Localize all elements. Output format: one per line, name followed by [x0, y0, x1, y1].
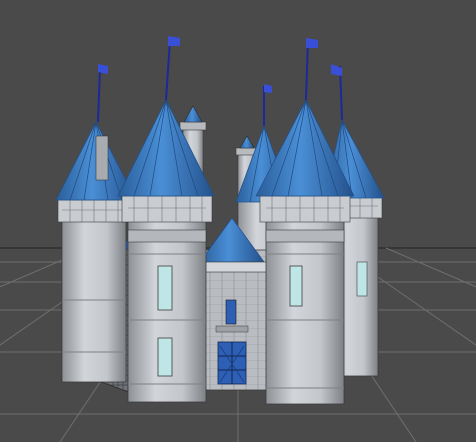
- tower-left-front: [55, 64, 137, 383]
- tower-center-right: [255, 38, 355, 405]
- flag-right-rear: [331, 64, 342, 76]
- flag-back-center: [264, 84, 272, 93]
- flag-center-right: [306, 38, 318, 48]
- chimney: [95, 135, 109, 181]
- tower-window: [157, 265, 173, 311]
- keep-window: [225, 299, 237, 325]
- tower-center-left: [117, 36, 215, 403]
- tower-window: [356, 261, 368, 297]
- tower-window: [157, 337, 173, 377]
- flag-center-left: [168, 36, 180, 46]
- tower-window: [289, 265, 303, 307]
- 3d-viewport[interactable]: [0, 0, 476, 442]
- viewport-canvas[interactable]: [0, 0, 476, 442]
